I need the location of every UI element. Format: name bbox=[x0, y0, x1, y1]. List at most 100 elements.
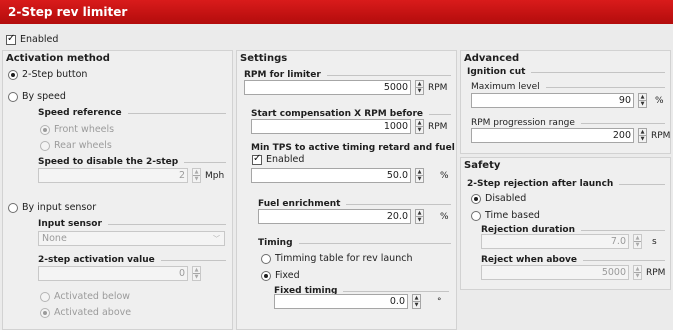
radio-label: Time based bbox=[485, 210, 540, 221]
reject-above-field[interactable]: 5000 ▲ ▼ RPM bbox=[481, 265, 665, 280]
radio-icon[interactable] bbox=[8, 91, 18, 102]
timing-group: Timing bbox=[258, 238, 451, 248]
radio-icon[interactable] bbox=[40, 291, 50, 302]
unit-label: % bbox=[440, 170, 449, 181]
radio-label: By input sensor bbox=[22, 202, 97, 213]
spin-down-icon[interactable]: ▼ bbox=[639, 100, 646, 107]
max-level-field[interactable]: 90 ▲ ▼ % bbox=[471, 93, 664, 108]
spin-down-icon[interactable]: ▼ bbox=[416, 216, 423, 223]
radio-selected-icon[interactable] bbox=[8, 69, 18, 80]
enabled-label: Enabled bbox=[20, 34, 59, 45]
spinner-icon[interactable]: ▲ ▼ bbox=[415, 209, 424, 224]
radio-by-input-sensor[interactable]: By input sensor bbox=[8, 202, 96, 213]
spin-down-icon[interactable]: ▼ bbox=[416, 126, 423, 133]
radio-activated-below[interactable]: Activated below bbox=[40, 291, 130, 302]
activation-value-input[interactable]: 0 bbox=[38, 266, 188, 281]
radio-selected-icon[interactable] bbox=[471, 193, 481, 204]
spinner-icon[interactable]: ▲ ▼ bbox=[638, 128, 647, 143]
rejection-group: 2-Step rejection after launch bbox=[467, 179, 665, 189]
enabled-checkbox[interactable]: Enabled bbox=[6, 33, 59, 45]
start-comp-field[interactable]: 1000 ▲ ▼ RPM bbox=[251, 119, 447, 134]
fixed-timing-input[interactable]: 0.0 bbox=[274, 294, 408, 309]
unit-label: ° bbox=[437, 296, 442, 307]
spinner-icon[interactable]: ▲ ▼ bbox=[192, 168, 201, 183]
radio-label: By speed bbox=[22, 91, 66, 102]
fuel-enrichment-group: Fuel enrichment bbox=[258, 199, 451, 209]
rpm-progression-input[interactable]: 200 bbox=[471, 128, 634, 143]
radio-icon[interactable] bbox=[40, 140, 50, 151]
radio-timing-fixed[interactable]: Fixed bbox=[261, 270, 300, 281]
rejection-duration-field[interactable]: 7.0 ▲ ▼ s bbox=[481, 234, 657, 249]
rejection-duration-input[interactable]: 7.0 bbox=[481, 234, 629, 249]
radio-rejection-time-based[interactable]: Time based bbox=[471, 210, 540, 221]
spin-down-icon[interactable]: ▼ bbox=[193, 175, 200, 182]
min-tps-check-icon[interactable] bbox=[252, 153, 262, 165]
rpm-limiter-input[interactable]: 5000 bbox=[244, 80, 411, 95]
speed-disable-field[interactable]: 2 ▲ ▼ Mph bbox=[38, 168, 224, 183]
spinner-icon[interactable]: ▲ ▼ bbox=[633, 234, 642, 249]
radio-icon[interactable] bbox=[261, 253, 271, 264]
reject-above-input[interactable]: 5000 bbox=[481, 265, 629, 280]
spin-down-icon[interactable]: ▼ bbox=[634, 272, 641, 279]
radio-activated-above[interactable]: Activated above bbox=[40, 307, 131, 318]
radio-icon[interactable] bbox=[8, 202, 18, 213]
spinner-icon[interactable]: ▲ ▼ bbox=[412, 294, 421, 309]
activation-value-group: 2-step activation value bbox=[38, 255, 226, 265]
window-title: 2-Step rev limiter bbox=[0, 0, 673, 24]
radio-selected-icon[interactable] bbox=[261, 270, 271, 281]
spin-down-icon[interactable]: ▼ bbox=[634, 241, 641, 248]
fuel-enrichment-input[interactable]: 20.0 bbox=[258, 209, 411, 224]
radio-two-step-button[interactable]: 2-Step button bbox=[8, 69, 87, 80]
max-level-group: Maximum level bbox=[471, 82, 665, 92]
unit-label: Mph bbox=[205, 170, 225, 181]
radio-by-speed[interactable]: By speed bbox=[8, 91, 66, 102]
start-comp-group: Start compensation X RPM before bbox=[251, 109, 451, 119]
reject-above-group: Reject when above bbox=[481, 255, 665, 265]
fixed-timing-field[interactable]: 0.0 ▲ ▼ ° bbox=[274, 294, 442, 309]
max-level-input[interactable]: 90 bbox=[471, 93, 634, 108]
spinner-icon[interactable]: ▲ ▼ bbox=[638, 93, 647, 108]
spin-down-icon[interactable]: ▼ bbox=[413, 301, 420, 308]
min-tps-enabled-checkbox[interactable]: Enabled bbox=[252, 153, 304, 165]
spinner-icon[interactable]: ▲ ▼ bbox=[415, 168, 424, 183]
radio-label: Rear wheels bbox=[54, 140, 112, 151]
radio-selected-icon[interactable] bbox=[40, 307, 50, 318]
settings-title: Settings bbox=[240, 53, 288, 64]
fuel-enrichment-field[interactable]: 20.0 ▲ ▼ % bbox=[258, 209, 449, 224]
activation-value-field[interactable]: 0 ▲ ▼ bbox=[38, 266, 201, 281]
rpm-progression-field[interactable]: 200 ▲ ▼ RPM bbox=[471, 128, 670, 143]
radio-rear-wheels[interactable]: Rear wheels bbox=[40, 140, 112, 151]
start-comp-input[interactable]: 1000 bbox=[251, 119, 411, 134]
min-tps-input[interactable]: 50.0 bbox=[251, 168, 411, 183]
unit-label: s bbox=[652, 236, 657, 247]
rpm-limiter-group: RPM for limiter bbox=[244, 70, 451, 80]
spinner-icon[interactable]: ▲ ▼ bbox=[633, 265, 642, 280]
activation-title: Activation method bbox=[6, 53, 110, 64]
radio-label: Timming table for rev launch bbox=[275, 253, 413, 264]
min-tps-field[interactable]: 50.0 ▲ ▼ % bbox=[251, 168, 449, 183]
radio-icon[interactable] bbox=[471, 210, 481, 221]
input-sensor-select[interactable]: None ﹀ bbox=[38, 231, 225, 246]
speed-disable-input[interactable]: 2 bbox=[38, 168, 188, 183]
rpm-limiter-field[interactable]: 5000 ▲ ▼ RPM bbox=[244, 80, 447, 95]
radio-label: Fixed bbox=[275, 270, 300, 281]
spin-down-icon[interactable]: ▼ bbox=[416, 87, 423, 94]
spin-down-icon[interactable]: ▼ bbox=[193, 273, 200, 280]
spin-down-icon[interactable]: ▼ bbox=[416, 175, 423, 182]
rpm-progression-group: RPM progression range bbox=[471, 118, 665, 128]
radio-rejection-disabled[interactable]: Disabled bbox=[471, 193, 526, 204]
input-sensor-group: Input sensor bbox=[38, 219, 226, 229]
spinner-icon[interactable]: ▲ ▼ bbox=[415, 119, 424, 134]
chevron-down-icon[interactable]: ﹀ bbox=[213, 234, 224, 244]
radio-label: Front wheels bbox=[54, 124, 115, 135]
spinner-icon[interactable]: ▲ ▼ bbox=[192, 266, 201, 281]
radio-front-wheels[interactable]: Front wheels bbox=[40, 124, 114, 135]
enabled-check-icon[interactable] bbox=[6, 33, 16, 45]
spin-down-icon[interactable]: ▼ bbox=[639, 135, 646, 142]
unit-label: RPM bbox=[428, 82, 448, 93]
unit-label: RPM bbox=[428, 121, 448, 132]
spinner-icon[interactable]: ▲ ▼ bbox=[415, 80, 424, 95]
radio-timing-table[interactable]: Timming table for rev launch bbox=[261, 253, 412, 264]
radio-selected-icon[interactable] bbox=[40, 124, 50, 135]
radio-label: Activated below bbox=[54, 291, 131, 302]
